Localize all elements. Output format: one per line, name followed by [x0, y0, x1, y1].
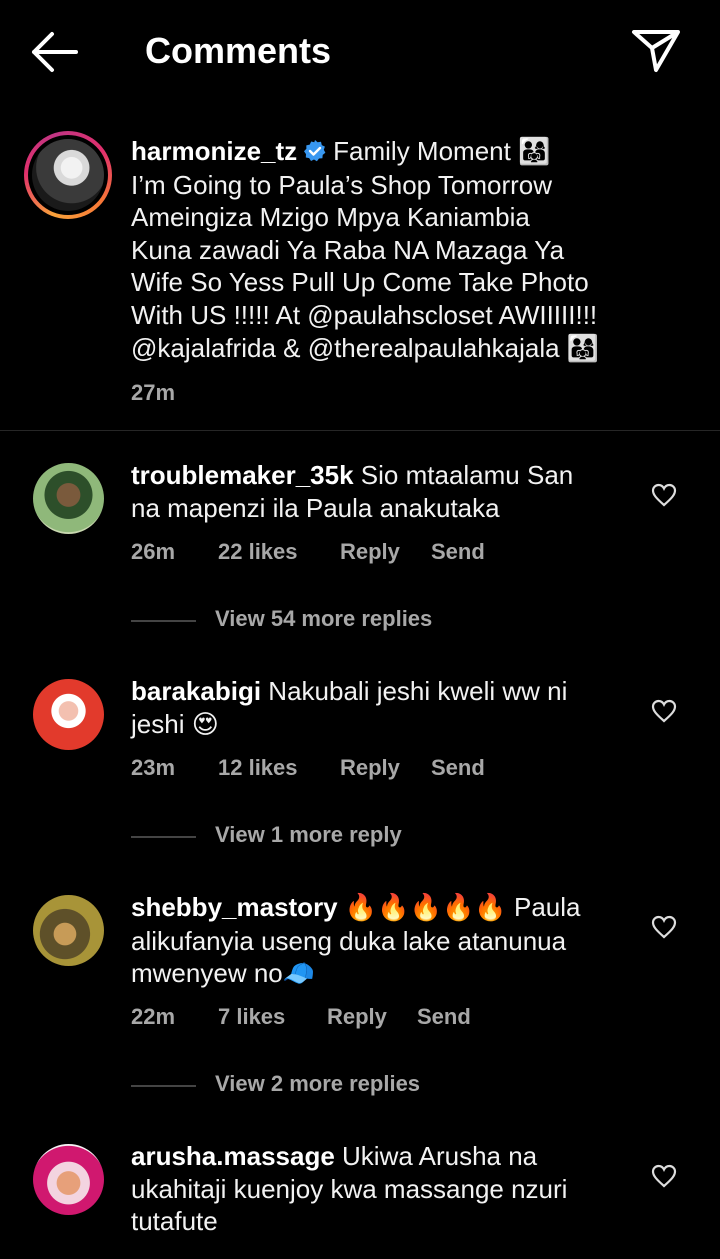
caption-line: @kajalafrida & @therealpaulahkajala [131, 332, 560, 363]
send-button[interactable]: Send [431, 539, 485, 565]
comment-body: Ukiwa Arusha na [342, 1141, 538, 1171]
send-button[interactable]: Send [417, 1004, 471, 1030]
likes-count[interactable]: 7 likes [218, 1004, 285, 1030]
comment-body: Nakubali jeshi kweli ww ni [268, 676, 568, 706]
fire-emoji: 🔥🔥🔥🔥🔥 [344, 893, 507, 923]
reply-button[interactable]: Reply [340, 755, 400, 781]
caption-line: Ameingiza Mzigo Mpya Kaniambia [131, 202, 530, 233]
reply-button[interactable]: Reply [340, 539, 400, 565]
comment-body: na mapenzi ila Paula anakutaka [131, 492, 500, 523]
comment-body: tutafute [131, 1206, 218, 1237]
likes-count[interactable]: 22 likes [218, 539, 298, 565]
comment-body: mwenyew no [131, 958, 283, 989]
comment-body: Paula [514, 892, 581, 922]
comment-username[interactable]: arusha.massage [131, 1141, 335, 1171]
share-button[interactable] [630, 26, 682, 74]
comment-text: troublemaker_35k Sio mtaalamu San na map… [131, 459, 651, 524]
divider [0, 430, 720, 431]
reply-button[interactable]: Reply [327, 1004, 387, 1030]
view-replies-line [131, 1085, 196, 1087]
heart-eyes-emoji: 😍 [191, 709, 219, 740]
send-button[interactable]: Send [431, 755, 485, 781]
view-replies-label[interactable]: View 2 more replies [215, 1071, 420, 1097]
comment-avatar[interactable] [33, 463, 104, 534]
caption-line: I’m Going to Paula’s Shop Tomorrow [131, 169, 553, 200]
caption-line: Kuna zawadi Ya Raba NA Mazaga Ya [131, 234, 565, 265]
heart-icon[interactable] [651, 483, 677, 507]
comment-time: 22m [131, 1004, 176, 1029]
cap-emoji: 🧢 [282, 959, 316, 990]
comment-username[interactable]: shebby_mastory [131, 892, 338, 922]
comment-body: Sio mtaalamu San [360, 460, 574, 490]
comment-avatar[interactable] [33, 679, 104, 750]
caption-first-line: Family Moment [333, 136, 511, 166]
heart-icon[interactable] [651, 699, 677, 723]
comment-avatar[interactable] [33, 1144, 104, 1215]
avatar-image [32, 139, 104, 211]
comment-time: 26m [131, 539, 176, 564]
verified-badge-icon [304, 140, 326, 162]
view-replies-line [131, 836, 196, 838]
post-username[interactable]: harmonize_tz [131, 136, 297, 166]
comment-text: arusha.massage Ukiwa Arusha na ukahitaji… [131, 1140, 651, 1238]
comment-body: ukahitaji kuenjoy kwa massange nzuri [131, 1173, 568, 1204]
post-time: 27m [131, 380, 176, 405]
comment-text: shebby_mastory 🔥🔥🔥🔥🔥 Paula alikufanyia u… [131, 891, 651, 991]
comment-body: alikufanyia useng duka lake atanunua [131, 925, 567, 956]
family-emoji: 👨‍👩‍👧 [566, 333, 600, 364]
paper-plane-icon [632, 30, 680, 72]
post-author-avatar[interactable] [24, 131, 112, 219]
heart-icon[interactable] [651, 915, 677, 939]
page-title: Comments [145, 30, 332, 71]
comment-username[interactable]: troublemaker_35k [131, 460, 354, 490]
likes-count[interactable]: 12 likes [218, 755, 298, 781]
comment-avatar[interactable] [33, 895, 104, 966]
comment-username[interactable]: barakabigi [131, 676, 261, 706]
comment-time: 23m [131, 755, 176, 780]
comment-body: jeshi [131, 708, 185, 739]
caption-line: Wife So Yess Pull Up Come Take Photo [131, 267, 589, 298]
arrow-left-icon [32, 32, 78, 72]
back-button[interactable] [30, 30, 82, 74]
view-replies-label[interactable]: View 54 more replies [215, 606, 432, 632]
family-emoji: 👨‍👩‍👧 [518, 137, 551, 167]
comment-text: barakabigi Nakubali jeshi kweli ww ni je… [131, 675, 651, 741]
heart-icon[interactable] [651, 1164, 677, 1188]
post-caption: harmonize_tz Family Moment 👨‍👩‍👧 I’m Goin… [131, 135, 651, 365]
header-bar: Comments [0, 0, 720, 104]
caption-line: With US !!!!! At @paulahscloset AWIIIII!… [131, 299, 598, 330]
view-replies-line [131, 620, 196, 622]
view-replies-label[interactable]: View 1 more reply [215, 822, 402, 848]
